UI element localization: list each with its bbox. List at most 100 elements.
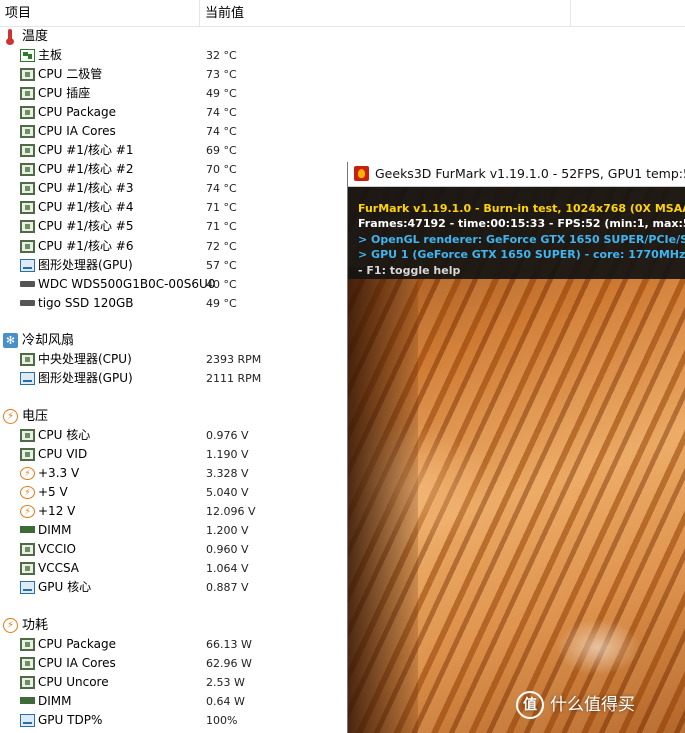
sensor-row[interactable]: CPU #1/核心 #5 71 °C: [0, 217, 300, 236]
drive-icon: [20, 281, 35, 287]
sensor-row[interactable]: CPU IA Cores 74 °C: [0, 122, 300, 141]
sensor-label: CPU 二极管: [38, 67, 103, 81]
chip-icon: [20, 144, 35, 157]
sensor-row[interactable]: VCCSA 1.064 V: [0, 559, 300, 578]
sensor-row[interactable]: CPU #1/核心 #1 69 °C: [0, 141, 300, 160]
sensor-label: CPU 插座: [38, 86, 91, 100]
group-label: 温度: [22, 29, 49, 44]
sensor-row[interactable]: DIMM 1.200 V: [0, 521, 300, 540]
voltage-icon: [20, 467, 35, 480]
sensor-row[interactable]: CPU 核心 0.976 V: [0, 426, 300, 445]
sensor-label: CPU VID: [38, 447, 88, 461]
group-temperature[interactable]: 温度: [0, 27, 200, 46]
column-divider[interactable]: [570, 0, 571, 26]
sensor-label: GPU TDP%: [38, 713, 103, 727]
watermark-text: 什么值得买: [550, 695, 635, 715]
sensor-value: 3.328 V: [206, 467, 249, 480]
furmark-title: Geeks3D FurMark v1.19.1.0 - 52FPS, GPU1 …: [375, 166, 685, 181]
drive-icon: [20, 300, 35, 306]
group-label: 电压: [22, 409, 49, 424]
sensor-row[interactable]: 中央处理器(CPU) 2393 RPM: [0, 350, 300, 369]
column-header-item[interactable]: 项目: [5, 0, 31, 26]
furmark-window[interactable]: Geeks3D FurMark v1.19.1.0 - 52FPS, GPU1 …: [347, 162, 685, 733]
sensor-value: 0.887 V: [206, 581, 249, 594]
sensor-value: 71 °C: [206, 201, 237, 214]
sensor-row[interactable]: CPU #1/核心 #4 71 °C: [0, 198, 300, 217]
list-header: 项目 当前值: [0, 0, 685, 27]
sensor-value: 74 °C: [206, 125, 237, 138]
sensor-value: 0.976 V: [206, 429, 249, 442]
sensor-row[interactable]: DIMM 0.64 W: [0, 692, 300, 711]
sensor-row[interactable]: 图形处理器(GPU) 57 °C: [0, 256, 300, 275]
chip-icon: [20, 87, 35, 100]
sensor-row[interactable]: CPU Package 66.13 W: [0, 635, 300, 654]
furmark-info-line: > OpenGL renderer: GeForce GTX 1650 SUPE…: [358, 233, 685, 246]
group-fans[interactable]: ✻ 冷却风扇: [0, 331, 200, 350]
sensor-value: 73 °C: [206, 68, 237, 81]
sensor-row[interactable]: GPU TDP% 100%: [0, 711, 300, 730]
voltage-icon: ⚡: [3, 409, 18, 424]
chip-icon: [20, 657, 35, 670]
sensor-row[interactable]: CPU VID 1.190 V: [0, 445, 300, 464]
sensor-row[interactable]: +12 V 12.096 V: [0, 502, 300, 521]
sensor-value: 32 °C: [206, 49, 237, 62]
sensor-label: +5 V: [38, 485, 68, 499]
sensor-row[interactable]: 主板 32 °C: [0, 46, 300, 65]
sensor-row[interactable]: CPU 二极管 73 °C: [0, 65, 300, 84]
sensor-value: 72 °C: [206, 240, 237, 253]
sensor-row[interactable]: CPU #1/核心 #3 74 °C: [0, 179, 300, 198]
chip-icon: [20, 182, 35, 195]
sensor-row[interactable]: 图形处理器(GPU) 2111 RPM: [0, 369, 300, 388]
group-power[interactable]: ⚡ 功耗: [0, 616, 200, 635]
sensor-label: DIMM: [38, 523, 72, 537]
group-voltage[interactable]: ⚡ 电压: [0, 407, 200, 426]
sensor-label: CPU #1/核心 #4: [38, 200, 134, 214]
sensor-row[interactable]: CPU 插座 49 °C: [0, 84, 300, 103]
furmark-titlebar[interactable]: Geeks3D FurMark v1.19.1.0 - 52FPS, GPU1 …: [348, 162, 685, 187]
sensor-label: CPU #1/核心 #5: [38, 219, 134, 233]
chip-icon: [20, 106, 35, 119]
column-header-value[interactable]: 当前值: [205, 0, 244, 26]
memory-icon: [20, 526, 35, 533]
sensor-value: 2.53 W: [206, 676, 245, 689]
sensor-label: CPU #1/核心 #6: [38, 239, 134, 253]
sensor-row[interactable]: GPU 核心 0.887 V: [0, 578, 300, 597]
sensor-label: 中央处理器(CPU): [38, 352, 132, 366]
sensor-value: 1.200 V: [206, 524, 249, 537]
furmark-info-line: FurMark v1.19.1.0 - Burn-in test, 1024x7…: [358, 202, 685, 215]
sensor-row[interactable]: tigo SSD 120GB 49 °C: [0, 294, 300, 313]
sensor-value: 12.096 V: [206, 505, 256, 518]
chip-icon: [20, 562, 35, 575]
chip-icon: [20, 638, 35, 651]
sensor-value: 49 °C: [206, 87, 237, 100]
sensor-row[interactable]: CPU IA Cores 62.96 W: [0, 654, 300, 673]
sensor-row[interactable]: VCCIO 0.960 V: [0, 540, 300, 559]
sensor-row[interactable]: CPU #1/核心 #6 72 °C: [0, 237, 300, 256]
sensor-label: WDC WDS500G1B0C-00S6U0: [38, 277, 216, 291]
sensor-value: 100%: [206, 714, 238, 727]
memory-icon: [20, 697, 35, 704]
chip-icon: [20, 201, 35, 214]
sensor-row[interactable]: +5 V 5.040 V: [0, 483, 300, 502]
motherboard-icon: [20, 49, 35, 62]
sensor-label: CPU #1/核心 #2: [38, 162, 134, 176]
voltage-icon: [20, 486, 35, 499]
sensor-row[interactable]: CPU Package 74 °C: [0, 103, 300, 122]
sensor-value: 0.960 V: [206, 543, 249, 556]
sensor-row[interactable]: CPU #1/核心 #2 70 °C: [0, 160, 300, 179]
sensor-row[interactable]: +3.3 V 3.328 V: [0, 464, 300, 483]
furmark-info-line: > GPU 1 (GeForce GTX 1650 SUPER) - core:…: [358, 248, 685, 261]
sensor-row[interactable]: WDC WDS500G1B0C-00S6U0 40 °C: [0, 275, 300, 294]
sensor-row[interactable]: CPU Uncore 2.53 W: [0, 673, 300, 692]
column-divider[interactable]: [199, 0, 200, 26]
sensor-label: DIMM: [38, 694, 72, 708]
group-label: 功耗: [22, 618, 49, 633]
sensor-label: 主板: [38, 48, 63, 62]
chip-icon: [20, 448, 35, 461]
chip-icon: [20, 676, 35, 689]
gpu-monitor-icon: [20, 714, 35, 727]
chip-icon: [20, 543, 35, 556]
sensor-value: 40 °C: [206, 278, 237, 291]
sensor-label: 图形处理器(GPU): [38, 258, 133, 272]
chip-icon: [20, 125, 35, 138]
